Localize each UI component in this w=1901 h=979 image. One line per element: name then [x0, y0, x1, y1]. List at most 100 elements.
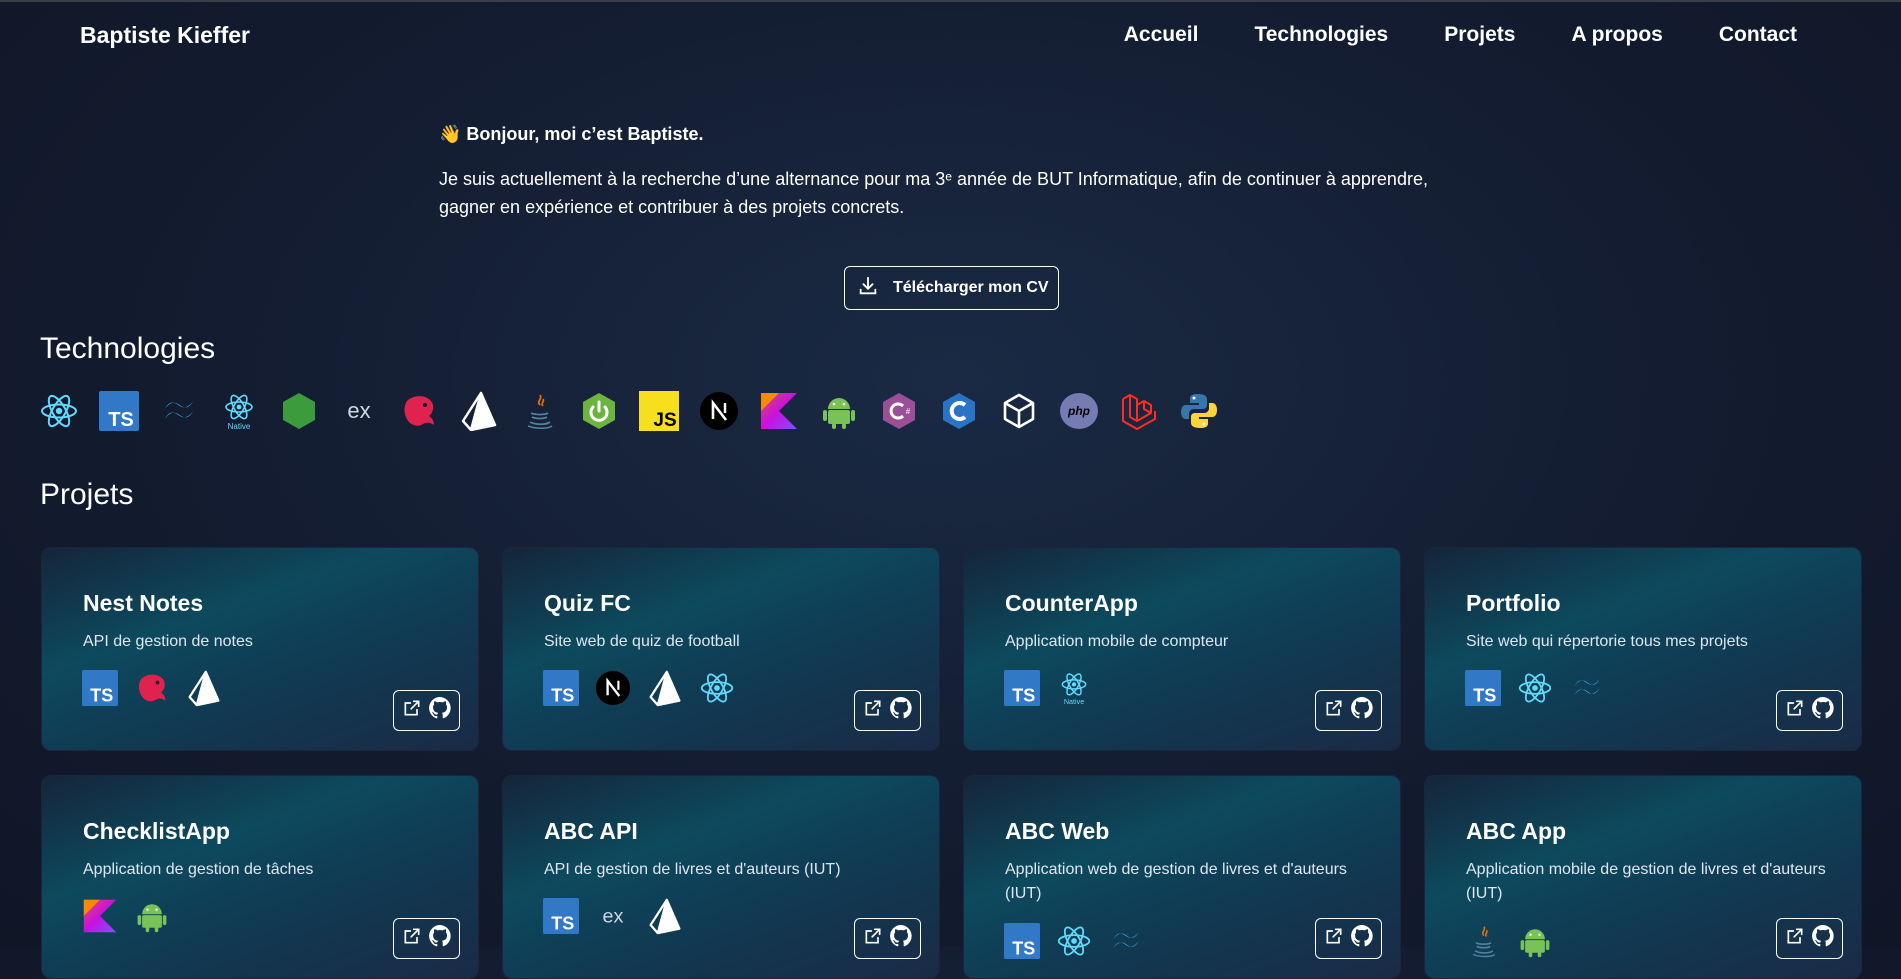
react-icon — [1517, 668, 1553, 708]
project-card[interactable]: Portfolio Site web qui répertorie tous me… — [1424, 547, 1862, 751]
spring-boot-icon — [578, 389, 619, 433]
external-link-icon[interactable] — [1324, 926, 1344, 951]
nav-projets[interactable]: Projets — [1444, 23, 1515, 47]
external-link-icon[interactable] — [1785, 926, 1805, 951]
github-icon[interactable] — [1350, 696, 1374, 725]
tailwind-icon — [1569, 668, 1605, 708]
laravel-icon — [1118, 389, 1159, 433]
download-cv-button[interactable]: Télécharger mon CV — [844, 266, 1059, 310]
project-links-button[interactable] — [393, 918, 460, 959]
greeting: 👋 Bonjour, moi c’est Baptiste. — [439, 124, 704, 144]
react-icon — [1056, 921, 1092, 961]
react-native-icon: Native — [218, 389, 259, 433]
project-description: Application mobile de gestion de livres … — [1466, 861, 1826, 902]
javascript-icon: JS — [638, 389, 679, 433]
nestjs-icon — [398, 389, 439, 433]
project-stack: TS — [1004, 921, 1144, 961]
typescript-icon: TS — [82, 668, 118, 708]
svg-text:ex: ex — [347, 398, 370, 423]
projects-grid: Nest Notes API de gestion de notes TS Quiz … — [41, 547, 1862, 979]
typescript-icon: TS — [543, 668, 579, 708]
external-link-icon[interactable] — [1785, 698, 1805, 723]
project-links-button[interactable] — [393, 690, 460, 731]
svg-text:TS: TS — [1012, 939, 1035, 959]
typescript-icon: TS — [1004, 921, 1040, 961]
nav-a-propos[interactable]: A propos — [1571, 23, 1662, 47]
external-link-icon[interactable] — [402, 698, 422, 723]
project-links-button[interactable] — [1776, 918, 1843, 959]
project-links-button[interactable] — [1315, 918, 1382, 959]
github-icon[interactable] — [889, 696, 913, 725]
project-card[interactable]: Quiz FC Site web de quiz de football TS — [502, 547, 940, 751]
typescript-icon: TS — [543, 896, 579, 936]
project-card[interactable]: ABC Web Application web de gestion de liv… — [963, 775, 1401, 979]
python-icon — [1178, 389, 1219, 433]
svg-text:TS: TS — [1473, 686, 1496, 706]
projects-title: Projets — [40, 478, 134, 511]
tailwind-icon — [1108, 921, 1144, 961]
svg-text:TS: TS — [551, 686, 574, 706]
java-icon — [518, 389, 559, 433]
project-stack: TS — [1465, 668, 1605, 708]
nav-technologies[interactable]: Technologies — [1254, 23, 1388, 47]
nav-contact[interactable]: Contact — [1719, 23, 1797, 47]
svg-text:JS: JS — [653, 410, 676, 431]
intro-section: 👋 Bonjour, moi c’est Baptiste. Je suis a… — [439, 124, 1469, 221]
github-icon[interactable] — [1811, 696, 1835, 725]
project-links-button[interactable] — [1776, 690, 1843, 731]
typescript-icon: TS — [1004, 668, 1040, 708]
project-title: Quiz FC — [544, 590, 631, 616]
nodejs-icon — [278, 389, 319, 433]
nextjs-icon — [595, 668, 631, 708]
project-title: CounterApp — [1005, 590, 1138, 616]
react-native-icon: Native — [1056, 668, 1092, 708]
external-link-icon[interactable] — [863, 698, 883, 723]
project-card[interactable]: ABC App Application mobile de gestion de … — [1424, 775, 1862, 979]
project-title: ABC App — [1466, 818, 1567, 844]
svg-text:php: php — [1067, 404, 1090, 418]
typescript-icon: TS — [1465, 668, 1501, 708]
prisma-icon — [647, 896, 683, 936]
external-link-icon[interactable] — [402, 926, 422, 951]
project-title: ChecklistApp — [83, 818, 230, 844]
project-card[interactable]: CounterApp Application mobile de compteur… — [963, 547, 1401, 751]
github-icon[interactable] — [1350, 924, 1374, 953]
project-title: Nest Notes — [83, 590, 204, 616]
project-title: Portfolio — [1466, 590, 1561, 616]
project-links-button[interactable] — [854, 918, 921, 959]
project-stack: TS Native — [1004, 668, 1092, 708]
express-icon: ex — [338, 389, 379, 433]
github-icon[interactable] — [428, 696, 452, 725]
typescript-icon: TS — [98, 389, 139, 433]
project-stack: TS — [543, 668, 735, 708]
github-icon[interactable] — [428, 924, 452, 953]
php-icon: php — [1058, 389, 1099, 433]
svg-text:Native: Native — [1064, 697, 1084, 706]
project-card[interactable]: ABC API API de gestion de livres et d'aut… — [502, 775, 940, 979]
intro-description: Je suis actuellement à la recherche d’un… — [439, 169, 1428, 217]
svg-text:#: # — [905, 407, 910, 416]
project-links-button[interactable] — [1315, 690, 1382, 731]
project-card[interactable]: ChecklistApp Application de gestion de tâ… — [41, 775, 479, 979]
external-link-icon[interactable] — [1324, 698, 1344, 723]
react-icon — [38, 389, 79, 433]
nestjs-icon — [134, 668, 170, 708]
project-description: API de gestion de notes — [83, 633, 253, 650]
project-card[interactable]: Nest Notes API de gestion de notes TS — [41, 547, 479, 751]
nav-accueil[interactable]: Accueil — [1124, 23, 1199, 47]
react-icon — [699, 668, 735, 708]
project-stack: TS ex — [543, 896, 683, 936]
prisma-icon — [458, 389, 499, 433]
brand-name[interactable]: Baptiste Kieffer — [80, 22, 250, 49]
github-icon[interactable] — [889, 924, 913, 953]
csharp-icon: # — [878, 389, 919, 433]
project-links-button[interactable] — [854, 690, 921, 731]
prisma-icon — [186, 668, 222, 708]
svg-text:TS: TS — [108, 409, 134, 431]
external-link-icon[interactable] — [863, 926, 883, 951]
github-icon[interactable] — [1811, 924, 1835, 953]
android-icon — [134, 896, 170, 936]
kotlin-icon — [82, 896, 118, 936]
svg-text:TS: TS — [1012, 686, 1035, 706]
project-description: Application web de gestion de livres et … — [1005, 861, 1347, 902]
